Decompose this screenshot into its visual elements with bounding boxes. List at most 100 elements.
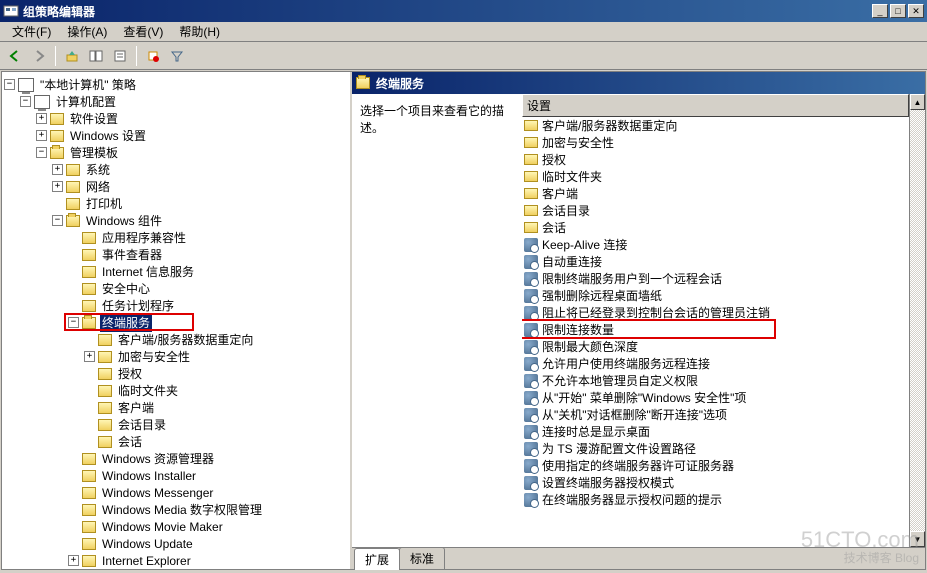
list-item[interactable]: 强制删除远程桌面墙纸 <box>522 287 909 304</box>
list-item[interactable]: 授权 <box>522 151 909 168</box>
export-button[interactable] <box>142 45 164 67</box>
folder-icon <box>82 555 96 567</box>
list-item[interactable]: Keep-Alive 连接 <box>522 236 909 253</box>
tree-node-ts_encryption[interactable]: +加密与安全性 <box>4 348 348 365</box>
tree-node-internet_explorer[interactable]: +Internet Explorer <box>4 552 348 569</box>
list-header[interactable]: 设置 <box>522 94 909 117</box>
tree-node-printers[interactable]: 打印机 <box>4 195 348 212</box>
menu-action[interactable]: 操作(A) <box>59 21 115 42</box>
tree-node-system[interactable]: +系统 <box>4 161 348 178</box>
list-item[interactable]: 使用指定的终端服务器许可证服务器 <box>522 457 909 474</box>
tree-node-ts_session_dir[interactable]: 会话目录 <box>4 416 348 433</box>
menu-file[interactable]: 文件(F) <box>4 21 59 42</box>
list-item-label: 不允许本地管理员自定义权限 <box>542 372 698 389</box>
expander-icon[interactable]: + <box>36 130 47 141</box>
folder-icon <box>66 198 80 210</box>
tree-node-security_center[interactable]: 安全中心 <box>4 280 348 297</box>
menu-help[interactable]: 帮助(H) <box>171 21 228 42</box>
folder-icon <box>82 283 96 295</box>
list-item[interactable]: 在终端服务器显示授权问题的提示 <box>522 491 909 508</box>
tree-node-iis[interactable]: Internet 信息服务 <box>4 263 348 280</box>
tree-node-terminal_services[interactable]: −终端服务 <box>4 314 348 331</box>
expander-icon[interactable]: + <box>84 351 95 362</box>
expander-icon[interactable]: − <box>68 317 79 328</box>
list-item[interactable]: 自动重连接 <box>522 253 909 270</box>
list-item[interactable]: 为 TS 漫游配置文件设置路径 <box>522 440 909 457</box>
list-item[interactable]: 限制最大颜色深度 <box>522 338 909 355</box>
tree-node-ts_client_redirect[interactable]: 客户端/服务器数据重定向 <box>4 331 348 348</box>
maximize-button[interactable]: □ <box>890 4 906 18</box>
list-item[interactable]: 不允许本地管理员自定义权限 <box>522 372 909 389</box>
vertical-scrollbar[interactable]: ▲ ▼ <box>909 94 925 547</box>
list-item[interactable]: 从"开始" 菜单删除"Windows 安全性"项 <box>522 389 909 406</box>
list-item[interactable]: 阻止将已经登录到控制台会话的管理员注销 <box>522 304 909 321</box>
list-item[interactable]: 限制连接数量 <box>522 321 909 338</box>
expander-icon[interactable]: + <box>52 164 63 175</box>
list-item[interactable]: 限制终端服务用户到一个远程会话 <box>522 270 909 287</box>
tree-node-windows_settings[interactable]: +Windows 设置 <box>4 127 348 144</box>
back-button[interactable] <box>4 45 26 67</box>
list-item[interactable]: 会话目录 <box>522 202 909 219</box>
folder-icon <box>524 188 538 199</box>
list-item[interactable]: 客户端 <box>522 185 909 202</box>
up-button[interactable] <box>61 45 83 67</box>
list-item[interactable]: 连接时总是显示桌面 <box>522 423 909 440</box>
menu-view[interactable]: 查看(V) <box>115 21 171 42</box>
column-settings[interactable]: 设置 <box>527 97 904 114</box>
details-header: 终端服务 <box>352 72 925 94</box>
folder-icon <box>356 77 370 89</box>
settings-list[interactable]: 设置 客户端/服务器数据重定向加密与安全性授权临时文件夹客户端会话目录会话Kee… <box>522 94 909 547</box>
tree-node-app_compat[interactable]: 应用程序兼容性 <box>4 229 348 246</box>
folder-icon <box>98 334 112 346</box>
list-item[interactable]: 从"关机"对话框删除"断开连接"选项 <box>522 406 909 423</box>
tree-node-windows_components[interactable]: −Windows 组件 <box>4 212 348 229</box>
list-item-label: 使用指定的终端服务器许可证服务器 <box>542 457 734 474</box>
scroll-up-button[interactable]: ▲ <box>910 94 925 110</box>
folder-icon <box>82 521 96 533</box>
tree-node-network[interactable]: +网络 <box>4 178 348 195</box>
list-item-label: Keep-Alive 连接 <box>542 236 627 253</box>
tree-node-windows_update[interactable]: Windows Update <box>4 535 348 552</box>
filter-button[interactable] <box>166 45 188 67</box>
tree-node-computer_config[interactable]: −计算机配置 <box>4 93 348 110</box>
tree-node-windows_explorer[interactable]: Windows 资源管理器 <box>4 450 348 467</box>
expander-icon[interactable]: − <box>52 215 63 226</box>
show-hide-tree-button[interactable] <box>85 45 107 67</box>
properties-button[interactable] <box>109 45 131 67</box>
tree-node-root[interactable]: −"本地计算机" 策略 <box>4 76 348 93</box>
tree-node-software_settings[interactable]: +软件设置 <box>4 110 348 127</box>
close-button[interactable]: ✕ <box>908 4 924 18</box>
tree-node-windows_media_drm[interactable]: Windows Media 数字权限管理 <box>4 501 348 518</box>
list-item[interactable]: 临时文件夹 <box>522 168 909 185</box>
tree-node-windows_messenger[interactable]: Windows Messenger <box>4 484 348 501</box>
list-item[interactable]: 客户端/服务器数据重定向 <box>522 117 909 134</box>
tree-node-ts_sessions[interactable]: 会话 <box>4 433 348 450</box>
minimize-button[interactable]: _ <box>872 4 888 18</box>
forward-button[interactable] <box>28 45 50 67</box>
folder-icon <box>82 266 96 278</box>
tree-node-task_scheduler[interactable]: 任务计划程序 <box>4 297 348 314</box>
tree-node-windows_movie_maker[interactable]: Windows Movie Maker <box>4 518 348 535</box>
scroll-track[interactable] <box>910 110 925 531</box>
tab-extended[interactable]: 扩展 <box>354 548 400 570</box>
expander-icon[interactable]: − <box>36 147 47 158</box>
folder-icon <box>524 137 538 148</box>
tree-node-ts_temp[interactable]: 临时文件夹 <box>4 382 348 399</box>
expander-icon[interactable]: − <box>4 79 15 90</box>
expander-icon[interactable]: + <box>68 555 79 566</box>
tree-node-admin_templates[interactable]: −管理模板 <box>4 144 348 161</box>
expander-icon[interactable]: + <box>36 113 47 124</box>
list-item[interactable]: 允许用户使用终端服务远程连接 <box>522 355 909 372</box>
tab-standard[interactable]: 标准 <box>399 547 445 569</box>
list-item[interactable]: 加密与安全性 <box>522 134 909 151</box>
tree-node-windows_installer[interactable]: Windows Installer <box>4 467 348 484</box>
expander-icon[interactable]: + <box>52 181 63 192</box>
tree-node-ts_licensing[interactable]: 授权 <box>4 365 348 382</box>
tree-node-event_viewer[interactable]: 事件查看器 <box>4 246 348 263</box>
list-item[interactable]: 设置终端服务器授权模式 <box>522 474 909 491</box>
tree-pane[interactable]: −"本地计算机" 策略−计算机配置+软件设置+Windows 设置−管理模板+系… <box>2 72 352 569</box>
tree-node-ts_client[interactable]: 客户端 <box>4 399 348 416</box>
scroll-down-button[interactable]: ▼ <box>910 531 925 547</box>
list-item[interactable]: 会话 <box>522 219 909 236</box>
expander-icon[interactable]: − <box>20 96 31 107</box>
